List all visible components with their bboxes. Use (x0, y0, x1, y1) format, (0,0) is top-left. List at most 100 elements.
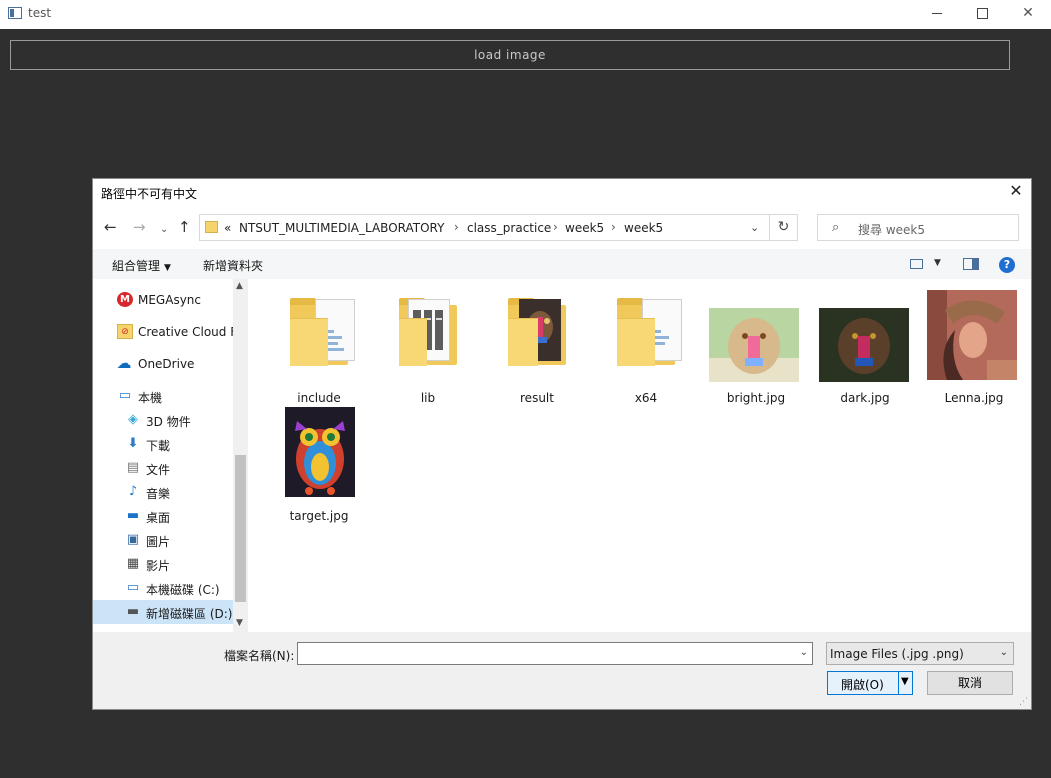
folder-front (508, 318, 538, 366)
file-item-dark-jpg[interactable]: dark.jpg (815, 285, 915, 405)
organize-label: 組合管理 (112, 259, 161, 273)
nav-label: 本機磁碟 (C:) (146, 583, 220, 597)
chevron-down-icon: ⌄ (999, 647, 1008, 658)
breadcrumb-item[interactable]: class_practice (467, 221, 551, 235)
breadcrumb-overflow[interactable]: « (224, 221, 231, 235)
chevron-down-icon[interactable]: ⌄ (800, 647, 808, 658)
onedrive-icon: ☁ (116, 354, 132, 372)
maximize-button[interactable] (959, 0, 1005, 29)
nav-item-onedrive[interactable]: ☁ OneDrive (93, 352, 233, 376)
app-window-icon (8, 7, 22, 19)
file-item-x64[interactable]: x64 (596, 285, 696, 405)
organize-menu[interactable]: 組合管理 ▼ (112, 257, 171, 274)
nav-item-desktop[interactable]: ▬ 桌面 (93, 504, 233, 528)
file-item-lenna-jpg[interactable]: Lenna.jpg (924, 285, 1024, 405)
file-item-result[interactable]: result (487, 285, 587, 405)
owl-image-thumbnail (285, 407, 355, 497)
videos-icon: ▦ (126, 556, 140, 571)
nav-item-drive-c[interactable]: ▭ 本機磁碟 (C:) (93, 576, 233, 600)
search-box[interactable]: ⌕ 搜尋 week5 (817, 214, 1019, 241)
file-item-target-jpg[interactable]: target.jpg (269, 403, 369, 523)
nav-label: 音樂 (146, 487, 171, 501)
address-dropdown-icon[interactable]: ⌄ (750, 221, 759, 234)
nav-pane-scrollbar[interactable]: ▲ ▼ (233, 279, 248, 632)
nav-label: Creative Cloud Fi (138, 325, 233, 339)
music-icon: ♪ (128, 484, 138, 499)
file-list: include lib result x64 bright.jpg dark.j… (248, 279, 1031, 632)
breadcrumb-item[interactable]: week5 (624, 221, 663, 235)
nav-label: 下載 (146, 439, 171, 453)
open-button[interactable]: 開啟(O) ▼ (827, 671, 913, 695)
maximize-icon (976, 7, 988, 19)
nav-item-videos[interactable]: ▦ 影片 (93, 552, 233, 576)
load-image-button[interactable]: load image (10, 40, 1010, 70)
dark-image-thumbnail (819, 308, 909, 382)
nav-label: 3D 物件 (146, 415, 191, 429)
nav-label: 本機 (138, 391, 163, 405)
nav-label: 文件 (146, 463, 171, 477)
file-name: bright.jpg (726, 391, 786, 405)
filename-input[interactable]: ⌄ (297, 642, 813, 665)
drive-d-icon: ▬ (126, 604, 140, 619)
app-title: test (28, 6, 52, 20)
dialog-close-button[interactable]: ✕ (1007, 182, 1025, 200)
new-folder-button[interactable]: 新增資料夾 (203, 257, 263, 274)
file-type-value: Image Files (.jpg .png) (830, 647, 964, 661)
breadcrumb-separator: › (553, 220, 558, 234)
megasync-icon: M (117, 292, 133, 307)
app-titlebar: test ✕ (0, 0, 1051, 29)
command-bar: 組合管理 ▼ 新增資料夾 ▼ ? (93, 249, 1031, 279)
file-name: lib (420, 391, 436, 405)
file-item-bright-jpg[interactable]: bright.jpg (706, 285, 806, 405)
nav-label: OneDrive (138, 357, 195, 371)
breadcrumb-separator: › (611, 220, 616, 234)
address-bar[interactable]: « NTSUT_MULTIMEDIA_LABORATORY › class_pr… (199, 214, 770, 241)
caret-down-icon[interactable]: ▼ (901, 676, 909, 687)
nav-item-megasync[interactable]: M MEGAsync (93, 288, 233, 312)
caret-down-icon: ▼ (164, 263, 171, 273)
nav-item-3d-objects[interactable]: ◈ 3D 物件 (93, 408, 233, 432)
file-item-include[interactable]: include (269, 285, 369, 405)
nav-item-pictures[interactable]: ▣ 圖片 (93, 528, 233, 552)
preview-pane-icon[interactable] (963, 258, 979, 270)
nav-label: 圖片 (146, 535, 171, 549)
search-icon: ⌕ (832, 220, 840, 235)
open-button-label: 開啟(O) (841, 678, 884, 692)
close-window-button[interactable]: ✕ (1005, 0, 1051, 29)
scroll-thumb[interactable] (235, 455, 246, 602)
minimize-button[interactable] (914, 0, 960, 29)
file-name: x64 (634, 391, 658, 405)
nav-item-downloads[interactable]: ⬇ 下載 (93, 432, 233, 456)
nav-item-documents[interactable]: ▤ 文件 (93, 456, 233, 480)
caret-down-icon[interactable]: ▼ (934, 258, 941, 268)
breadcrumb-separator: › (454, 220, 459, 234)
breadcrumb-item[interactable]: NTSUT_MULTIMEDIA_LABORATORY (239, 221, 444, 235)
nav-label: 影片 (146, 559, 171, 573)
file-item-lib[interactable]: lib (378, 285, 478, 405)
nav-label: 桌面 (146, 511, 171, 525)
help-icon[interactable]: ? (999, 257, 1015, 273)
nav-item-drive-d[interactable]: ▬ 新增磁碟區 (D:) (93, 600, 233, 624)
nav-label: MEGAsync (138, 293, 201, 307)
refresh-button[interactable]: ↻ (770, 214, 798, 241)
cancel-button[interactable]: 取消 (927, 671, 1013, 695)
view-options-icon[interactable] (910, 259, 923, 269)
scroll-up-icon[interactable]: ▲ (236, 281, 243, 291)
navigation-bar: ← → ⌄ ↑ « NTSUT_MULTIMEDIA_LABORATORY › … (93, 205, 1031, 249)
nav-item-this-pc[interactable]: ▭ 本機 (93, 384, 233, 408)
nav-item-creative-cloud[interactable]: ⊘ Creative Cloud Fi (93, 320, 233, 344)
recent-locations-chevron-icon[interactable]: ⌄ (160, 222, 168, 238)
file-type-select[interactable]: Image Files (.jpg .png) ⌄ (826, 642, 1014, 665)
bright-image-thumbnail (709, 308, 799, 382)
file-name: dark.jpg (840, 391, 890, 405)
nav-label: 新增磁碟區 (D:) (146, 607, 233, 621)
file-name: target.jpg (289, 509, 349, 523)
breadcrumb-item[interactable]: week5 (565, 221, 604, 235)
nav-item-music[interactable]: ♪ 音樂 (93, 480, 233, 504)
up-arrow-icon[interactable]: ↑ (178, 219, 191, 235)
scroll-down-icon[interactable]: ▼ (236, 618, 243, 628)
back-arrow-icon[interactable]: ← (104, 219, 117, 235)
folder-front (399, 318, 427, 366)
forward-arrow-icon[interactable]: → (133, 219, 146, 235)
resize-grip-icon[interactable]: ⋰ (1019, 697, 1028, 707)
